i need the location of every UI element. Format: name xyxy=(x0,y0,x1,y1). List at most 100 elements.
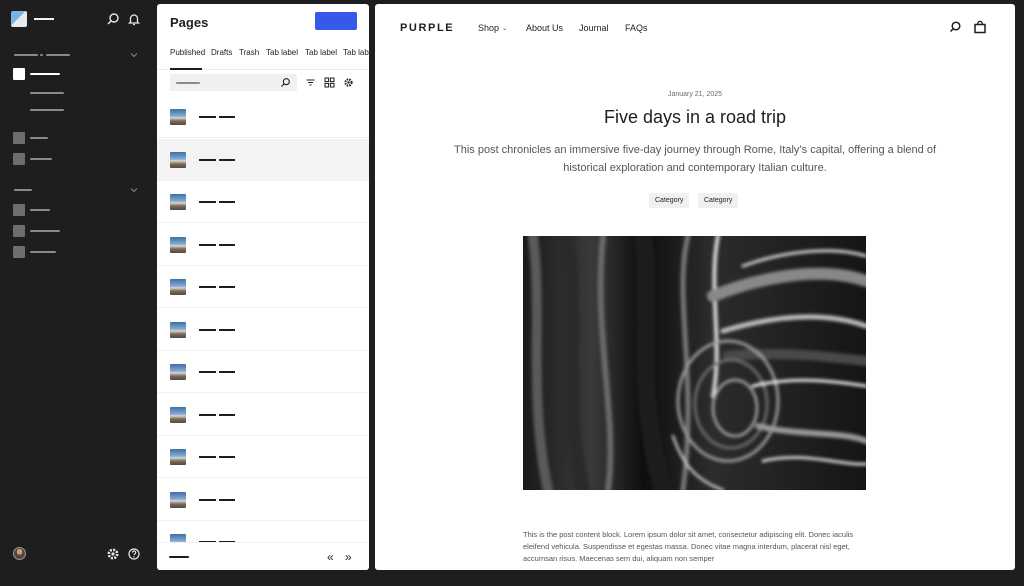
search-placeholder xyxy=(176,82,200,84)
avatar[interactable] xyxy=(13,547,26,560)
site-brand[interactable]: PURPLE xyxy=(400,22,454,34)
bell-icon[interactable] xyxy=(126,11,142,27)
page-row[interactable] xyxy=(157,309,369,351)
nav-shop-label: Shop xyxy=(478,23,500,33)
page-thumbnail xyxy=(170,236,186,253)
post-title: Five days in a road trip xyxy=(603,107,787,127)
tab-trash[interactable]: Trash xyxy=(239,48,259,57)
add-page-button[interactable] xyxy=(315,12,357,30)
page-thumbnail xyxy=(170,109,186,125)
nav-item[interactable] xyxy=(30,158,52,160)
nav-group-heading xyxy=(14,54,38,56)
nav-item-icon[interactable] xyxy=(13,246,25,258)
grid-view-icon[interactable] xyxy=(324,77,335,88)
nav-item[interactable] xyxy=(30,251,56,253)
page-row[interactable] xyxy=(157,181,369,223)
category-tag[interactable]: Category xyxy=(698,193,739,208)
nav-item-icon[interactable] xyxy=(13,132,25,144)
post-date: January 21, 2025 xyxy=(667,91,723,98)
gear-icon[interactable] xyxy=(105,546,121,562)
page-title-placeholder xyxy=(219,328,235,331)
page-thumbnail xyxy=(170,194,186,210)
post-content: This is the post content block. Lorem ip… xyxy=(523,530,854,563)
nav-item-pages-icon[interactable] xyxy=(13,68,25,80)
panel-footer: « » xyxy=(157,542,369,570)
page-row[interactable] xyxy=(157,436,369,478)
search-input[interactable] xyxy=(170,74,297,91)
page-thumbnail xyxy=(170,279,186,295)
page-thumbnail xyxy=(170,449,186,465)
nav-faqs[interactable]: FAQs xyxy=(625,23,648,33)
page-title-placeholder xyxy=(199,328,216,331)
page-title-placeholder xyxy=(219,371,235,373)
tab-label[interactable]: Tab label xyxy=(305,48,337,57)
page-title-placeholder xyxy=(199,158,216,161)
featured-image xyxy=(523,236,866,490)
page-title-placeholder xyxy=(219,286,235,288)
pager-first-button[interactable]: « xyxy=(327,551,334,563)
nav-journal[interactable]: Journal xyxy=(579,23,609,33)
page-thumbnail xyxy=(170,151,186,168)
page-row[interactable] xyxy=(157,266,369,308)
gear-icon[interactable] xyxy=(343,77,354,88)
page-row[interactable] xyxy=(157,351,369,393)
page-title-placeholder xyxy=(199,201,216,203)
page-title-placeholder xyxy=(219,158,235,161)
pager-next-button[interactable]: » xyxy=(345,551,352,563)
search-icon[interactable] xyxy=(105,11,121,27)
tab-label[interactable]: Tab label xyxy=(343,48,369,57)
nav-group-heading xyxy=(46,54,70,56)
nav-subitem[interactable] xyxy=(30,92,64,94)
footer-placeholder xyxy=(169,556,189,558)
site-logo-icon[interactable] xyxy=(11,11,27,27)
page-title-placeholder xyxy=(219,243,235,246)
site-title-placeholder[interactable] xyxy=(34,18,54,20)
nav-subitem[interactable] xyxy=(30,109,64,111)
page-row[interactable] xyxy=(157,394,369,436)
nav-item-pages[interactable] xyxy=(30,73,60,75)
nav-group-heading xyxy=(14,189,32,191)
page-row[interactable] xyxy=(157,96,369,138)
site-preview: PURPLE Shop ⌄ About Us Journal FAQs Janua… xyxy=(375,4,1015,570)
page-title-placeholder xyxy=(199,498,216,501)
page-title-placeholder xyxy=(199,286,216,288)
nav-about[interactable]: About Us xyxy=(526,23,563,33)
page-title-placeholder xyxy=(219,116,235,118)
nav-item-icon[interactable] xyxy=(13,153,25,165)
nav-item-icon[interactable] xyxy=(13,204,25,216)
page-thumbnail xyxy=(170,364,186,380)
nav-item-icon[interactable] xyxy=(13,225,25,237)
tab-published[interactable]: Published xyxy=(170,48,205,57)
nav-item[interactable] xyxy=(30,137,48,139)
tab-drafts[interactable]: Drafts xyxy=(211,48,232,57)
category-tag[interactable]: Category xyxy=(649,193,690,208)
page-title-placeholder xyxy=(219,456,235,458)
nav-item[interactable] xyxy=(30,209,50,211)
chevron-down-icon[interactable] xyxy=(130,52,138,58)
admin-sidebar xyxy=(0,0,156,586)
search-icon[interactable] xyxy=(280,77,291,88)
nav-item[interactable] xyxy=(30,230,60,232)
cart-icon[interactable] xyxy=(973,20,987,34)
page-thumbnail xyxy=(170,406,186,423)
page-thumbnail xyxy=(170,321,186,338)
filter-icon[interactable] xyxy=(305,77,316,88)
page-title-placeholder xyxy=(219,498,235,501)
panel-title: Pages xyxy=(170,15,209,30)
page-title-placeholder xyxy=(199,371,216,373)
page-title-placeholder xyxy=(199,243,216,246)
page-title-placeholder xyxy=(199,116,216,118)
nav-shop[interactable]: Shop ⌄ xyxy=(478,23,507,33)
post-excerpt: This post chronicles an immersive five-d… xyxy=(454,144,936,174)
page-title-placeholder xyxy=(219,201,235,203)
page-thumbnail xyxy=(170,491,186,508)
help-icon[interactable] xyxy=(126,546,142,562)
page-row[interactable] xyxy=(157,138,369,181)
page-title-placeholder xyxy=(219,413,235,416)
tab-label[interactable]: Tab label xyxy=(266,48,298,57)
page-title-placeholder xyxy=(199,456,216,458)
page-row[interactable] xyxy=(157,479,369,521)
chevron-down-icon[interactable] xyxy=(130,187,138,193)
search-icon[interactable] xyxy=(948,20,962,34)
page-row[interactable] xyxy=(157,224,369,266)
